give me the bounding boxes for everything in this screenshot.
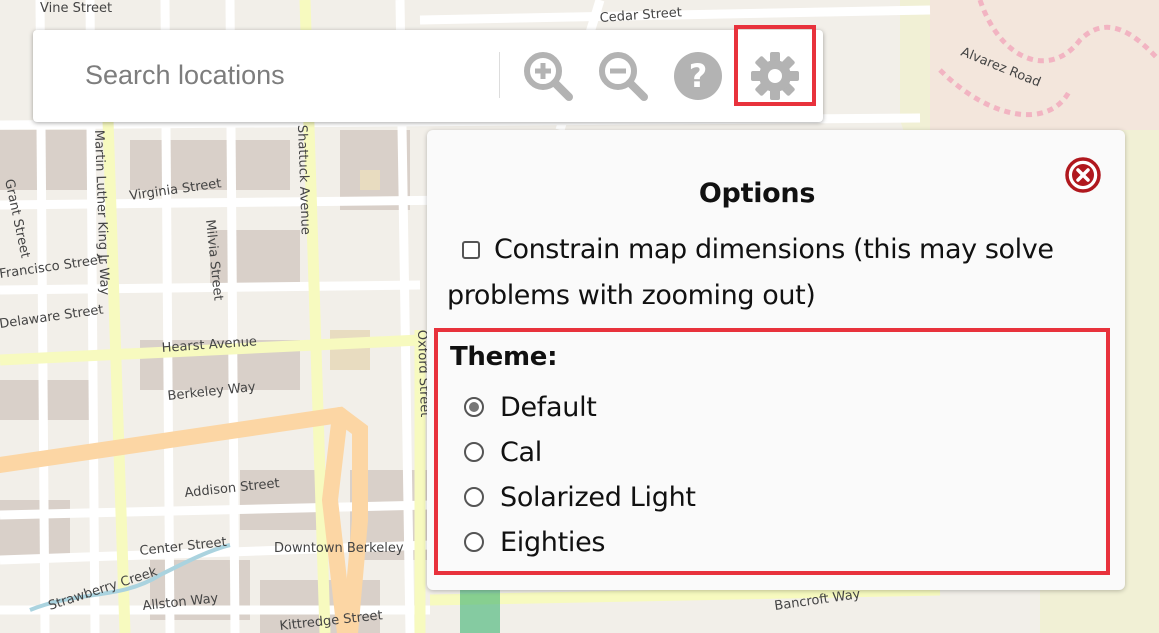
theme-option-solarized-light[interactable]: Solarized Light	[464, 478, 696, 518]
toolbar-divider	[499, 52, 500, 98]
theme-option-eighties[interactable]: Eighties	[464, 523, 605, 563]
theme-option-label: Eighties	[500, 527, 606, 558]
close-icon	[1065, 157, 1101, 193]
zoom-in-button[interactable]	[518, 46, 578, 106]
map-label: Vine Street	[40, 1, 112, 16]
theme-radio-default[interactable]	[464, 397, 484, 417]
theme-label: Theme:	[450, 342, 558, 372]
theme-option-default[interactable]: Default	[464, 388, 597, 428]
theme-radio-solarized-light[interactable]	[464, 487, 484, 507]
options-title: Options	[698, 178, 816, 209]
settings-button[interactable]	[745, 46, 805, 106]
close-button[interactable]	[1065, 157, 1101, 193]
theme-radio-eighties[interactable]	[464, 532, 484, 552]
search-input[interactable]	[69, 53, 511, 97]
zoom-out-button[interactable]	[593, 46, 653, 106]
map-label: Downtown Berkeley	[274, 541, 404, 556]
svg-text:?: ?	[689, 57, 708, 95]
zoom-out-icon	[599, 52, 648, 101]
theme-option-label: Cal	[500, 437, 542, 468]
map-toolbar: ?	[33, 25, 823, 122]
options-panel: Options Constrain map dimensions (this m…	[427, 130, 1125, 590]
constrain-option: Constrain map dimensions (this may solve…	[447, 227, 1087, 319]
theme-section: Theme: Default Cal Solarized Light Eight…	[434, 328, 1110, 575]
help-button[interactable]: ?	[668, 46, 728, 106]
gear-icon	[751, 52, 799, 100]
help-icon: ?	[674, 52, 722, 100]
constrain-label: Constrain map dimensions (this may solve…	[447, 234, 1054, 311]
theme-radio-cal[interactable]	[464, 442, 484, 462]
constrain-checkbox[interactable]	[462, 241, 480, 259]
theme-option-cal[interactable]: Cal	[464, 433, 542, 473]
theme-option-label: Default	[500, 392, 597, 423]
theme-option-label: Solarized Light	[500, 482, 696, 513]
zoom-in-icon	[524, 52, 573, 101]
